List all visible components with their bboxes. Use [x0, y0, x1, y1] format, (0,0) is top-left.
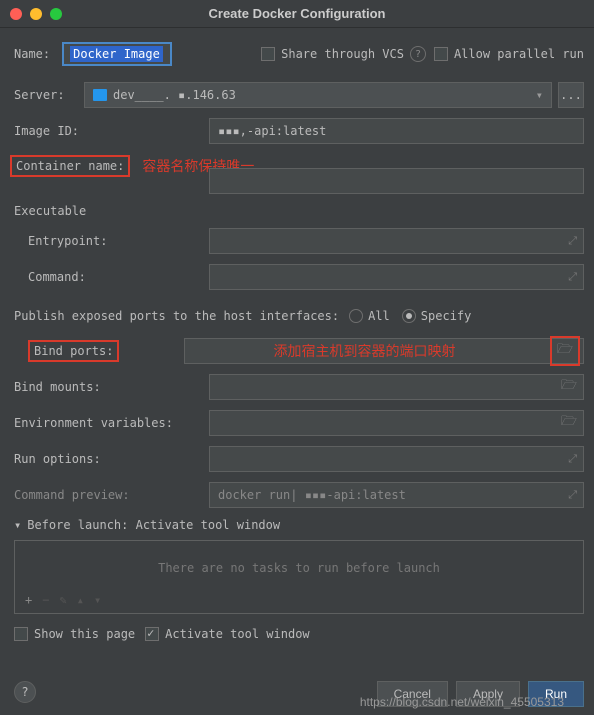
expand-icon[interactable]: ⤢: [568, 270, 577, 284]
tasks-empty-text: There are no tasks to run before launch: [25, 561, 573, 575]
run-options-label: Run options:: [14, 452, 209, 466]
port-annotation: 添加宿主机到容器的端口映射: [273, 341, 455, 361]
window-title: Create Docker Configuration: [0, 6, 594, 21]
help-button[interactable]: ?: [14, 681, 36, 703]
radio-all[interactable]: [349, 309, 363, 323]
activate-label: Activate tool window: [165, 627, 310, 641]
watermark: https://blog.csdn.net/weixin_45505313: [360, 695, 564, 709]
expand-icon[interactable]: ⤢: [568, 488, 577, 502]
folder-icon[interactable]: 🗁: [550, 336, 580, 366]
titlebar: Create Docker Configuration: [0, 0, 594, 28]
radio-specify[interactable]: [402, 309, 416, 323]
command-input[interactable]: ⤢: [209, 264, 584, 290]
remove-button: −: [42, 593, 49, 607]
tasks-toolbar: + − ✎ ▴ ▾: [25, 593, 573, 607]
folder-icon[interactable]: 🗁: [561, 376, 577, 398]
publish-label: Publish exposed ports to the host interf…: [14, 309, 339, 323]
expand-icon[interactable]: ⤢: [568, 234, 577, 248]
server-label: Server:: [14, 88, 84, 102]
name-row: Name: Docker Image Share through VCS ? A…: [14, 42, 584, 66]
entrypoint-input[interactable]: ⤢: [209, 228, 584, 254]
image-id-input[interactable]: ▪▪▪,-api:latest: [209, 118, 584, 144]
server-select[interactable]: dev____. ▪.146.63: [84, 82, 552, 108]
folder-icon[interactable]: 🗁: [561, 412, 577, 434]
down-button: ▾: [94, 593, 101, 607]
bind-ports-input[interactable]: 添加宿主机到容器的端口映射 🗁: [184, 338, 584, 364]
command-preview-label: Command preview:: [14, 488, 209, 502]
entrypoint-label: Entrypoint:: [28, 234, 209, 248]
name-input[interactable]: Docker Image: [62, 42, 172, 66]
server-more-button[interactable]: ...: [558, 82, 584, 108]
help-icon[interactable]: ?: [410, 46, 426, 62]
image-id-label: Image ID:: [14, 124, 209, 138]
allow-parallel-checkbox[interactable]: [434, 47, 448, 61]
before-launch-header[interactable]: ▾ Before launch: Activate tool window: [14, 518, 584, 532]
edit-button: ✎: [59, 593, 66, 607]
up-button: ▴: [77, 593, 84, 607]
show-page-checkbox[interactable]: [14, 627, 28, 641]
container-name-label: Container name:: [10, 155, 130, 177]
radio-specify-label: Specify: [421, 309, 472, 323]
share-vcs-checkbox[interactable]: [261, 47, 275, 61]
bind-ports-label: Bind ports:: [28, 340, 119, 362]
command-label: Command:: [28, 270, 209, 284]
command-preview: docker run| ▪▪▪-api:latest ⤢: [209, 482, 584, 508]
container-name-input[interactable]: [209, 168, 584, 194]
env-vars-label: Environment variables:: [14, 416, 209, 430]
allow-parallel-label: Allow parallel run: [454, 47, 584, 61]
chevron-down-icon: ▾: [14, 518, 21, 532]
bind-mounts-label: Bind mounts:: [14, 380, 209, 394]
env-vars-input[interactable]: 🗁: [209, 410, 584, 436]
name-label: Name:: [14, 47, 50, 61]
radio-all-label: All: [368, 309, 390, 323]
executable-header: Executable: [14, 204, 584, 218]
tasks-box: There are no tasks to run before launch …: [14, 540, 584, 614]
run-options-input[interactable]: ⤢: [209, 446, 584, 472]
show-page-label: Show this page: [34, 627, 135, 641]
bind-mounts-input[interactable]: 🗁: [209, 374, 584, 400]
docker-icon: [93, 89, 107, 101]
share-vcs-label: Share through VCS: [281, 47, 404, 61]
expand-icon[interactable]: ⤢: [568, 452, 577, 466]
add-button[interactable]: +: [25, 593, 32, 607]
activate-checkbox[interactable]: [145, 627, 159, 641]
